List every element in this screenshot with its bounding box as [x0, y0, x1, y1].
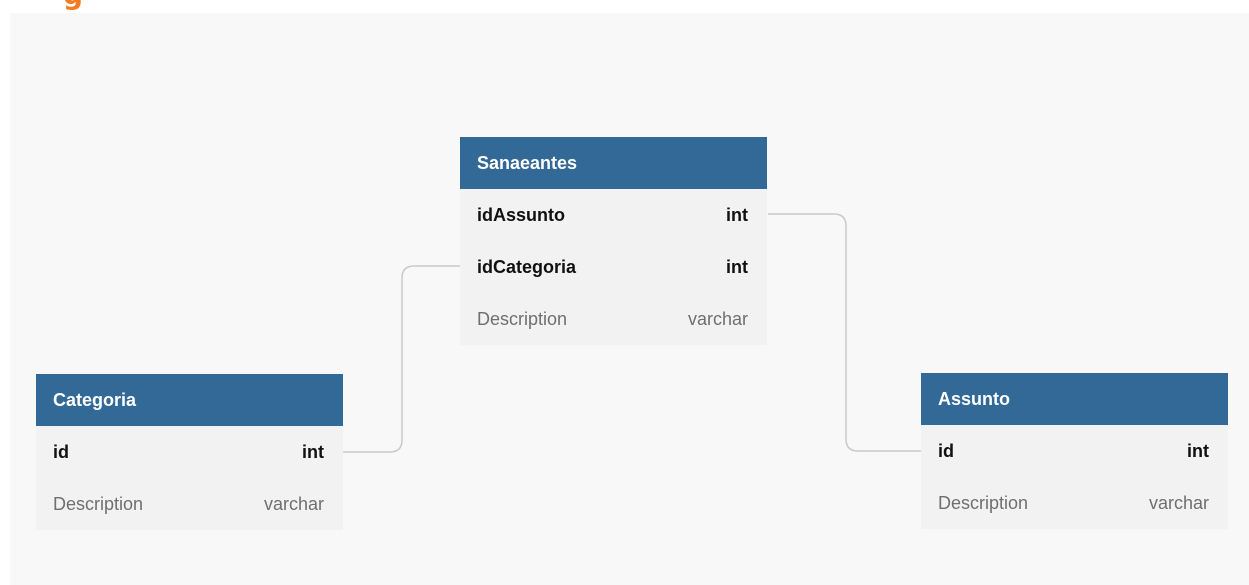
entity-header-sanaeantes[interactable]: Sanaeantes: [460, 137, 767, 189]
field-name: idCategoria: [477, 256, 577, 277]
field-row-description[interactable]: Description varchar: [460, 293, 767, 345]
entity-header-assunto[interactable]: Assunto: [921, 373, 1228, 425]
field-row-idassunto[interactable]: idAssunto int: [460, 189, 767, 241]
entity-header-categoria[interactable]: Categoria: [36, 374, 343, 426]
field-type: varchar: [687, 308, 748, 329]
entity-table-sanaeantes[interactable]: Sanaeantes idAssunto int idCategoria int…: [460, 137, 767, 345]
field-name: id: [53, 441, 69, 462]
field-row-id[interactable]: id int: [36, 426, 343, 478]
field-row-id[interactable]: id int: [921, 425, 1228, 477]
field-row-idcategoria[interactable]: idCategoria int: [460, 241, 767, 293]
field-row-description[interactable]: Description varchar: [921, 477, 1228, 529]
field-name: Description: [477, 308, 568, 329]
field-name: id: [938, 440, 954, 461]
entity-table-categoria[interactable]: Categoria id int Description varchar: [36, 374, 343, 530]
field-type: int: [726, 256, 748, 277]
field-row-description[interactable]: Description varchar: [36, 478, 343, 530]
page: g Sanaeantes idAssunto int idCategoria i…: [0, 0, 1249, 585]
connector-idassunto-to-assunto-id: [768, 213, 921, 452]
field-name: Description: [53, 493, 144, 514]
field-name: idAssunto: [477, 204, 565, 225]
field-name: Description: [938, 492, 1029, 513]
field-type: int: [726, 204, 748, 225]
field-type: varchar: [1148, 492, 1209, 513]
field-type: int: [1187, 440, 1209, 461]
field-type: int: [302, 441, 324, 462]
field-type: varchar: [263, 493, 324, 514]
connector-idcategoria-to-categoria-id: [343, 265, 460, 453]
entity-table-assunto[interactable]: Assunto id int Description varchar: [921, 373, 1228, 529]
